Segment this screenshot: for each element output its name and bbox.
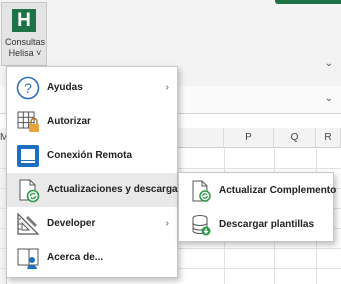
svg-text:?: ? — [24, 80, 32, 96]
submenu-item-actualizar-complemento[interactable]: Actualizar Complemento — [179, 174, 337, 208]
submenu-item-descargar-plantillas[interactable]: Descargar plantillas — [179, 208, 333, 242]
menu-item-actualizaciones[interactable]: Actualizaciones y descargas › — [7, 173, 183, 207]
title-bar-accent — [275, 0, 341, 4]
menu-item-label: Developer — [47, 218, 96, 229]
ribbon-collapse-chevron-icon[interactable]: ⌄ — [325, 58, 333, 69]
book-user-icon — [15, 245, 41, 271]
submenu-item-label: Descargar plantillas — [219, 219, 315, 230]
document-sync-icon — [15, 177, 41, 203]
column-header-r[interactable]: R — [316, 128, 341, 148]
actualizaciones-submenu: Actualizar Complemento Descargar plantil… — [178, 172, 337, 242]
submenu-arrow-icon: › — [165, 218, 169, 229]
column-header-p[interactable]: P — [224, 128, 274, 148]
ruler-triangle-icon — [15, 211, 41, 237]
menu-item-conexion-remota[interactable]: Conexión Remota — [7, 139, 177, 173]
helisa-logo-icon: H — [12, 9, 36, 32]
grid-lock-icon — [15, 109, 41, 135]
document-refresh-icon — [189, 179, 213, 203]
menu-item-ayudas[interactable]: ? Ayudas › — [7, 71, 177, 105]
menu-item-label: Ayudas — [47, 82, 83, 93]
consultas-helisa-button[interactable]: H Consultas Helisa ˅ — [1, 2, 47, 66]
database-download-icon — [189, 213, 213, 237]
button-label-line1: Consultas — [4, 37, 46, 47]
submenu-item-label: Actualizar Complemento — [219, 185, 337, 196]
menu-item-label: Conexión Remota — [47, 150, 133, 161]
menu-item-label: Autorizar — [47, 116, 91, 127]
remote-screen-icon — [15, 143, 41, 169]
menu-item-label: Actualizaciones y descargas — [47, 184, 184, 195]
menu-item-autorizar[interactable]: Autorizar — [7, 105, 177, 139]
helisa-dropdown-menu: ? Ayudas › Autorizar Conexión Remota Act… — [6, 66, 183, 278]
button-label-line2: Helisa ˅ — [8, 48, 42, 58]
help-circle-icon: ? — [15, 75, 41, 101]
menu-item-developer[interactable]: Developer › — [7, 207, 177, 241]
submenu-arrow-icon: › — [165, 82, 169, 93]
menu-item-acerca-de[interactable]: Acerca de... — [7, 241, 177, 275]
column-header-o[interactable] — [178, 128, 224, 148]
submenu-arrow-icon: › — [165, 184, 169, 195]
menu-item-label: Acerca de... — [47, 252, 104, 263]
formula-expand-chevron-icon[interactable]: ⌄ — [325, 93, 333, 104]
column-header-q[interactable]: Q — [274, 128, 316, 148]
